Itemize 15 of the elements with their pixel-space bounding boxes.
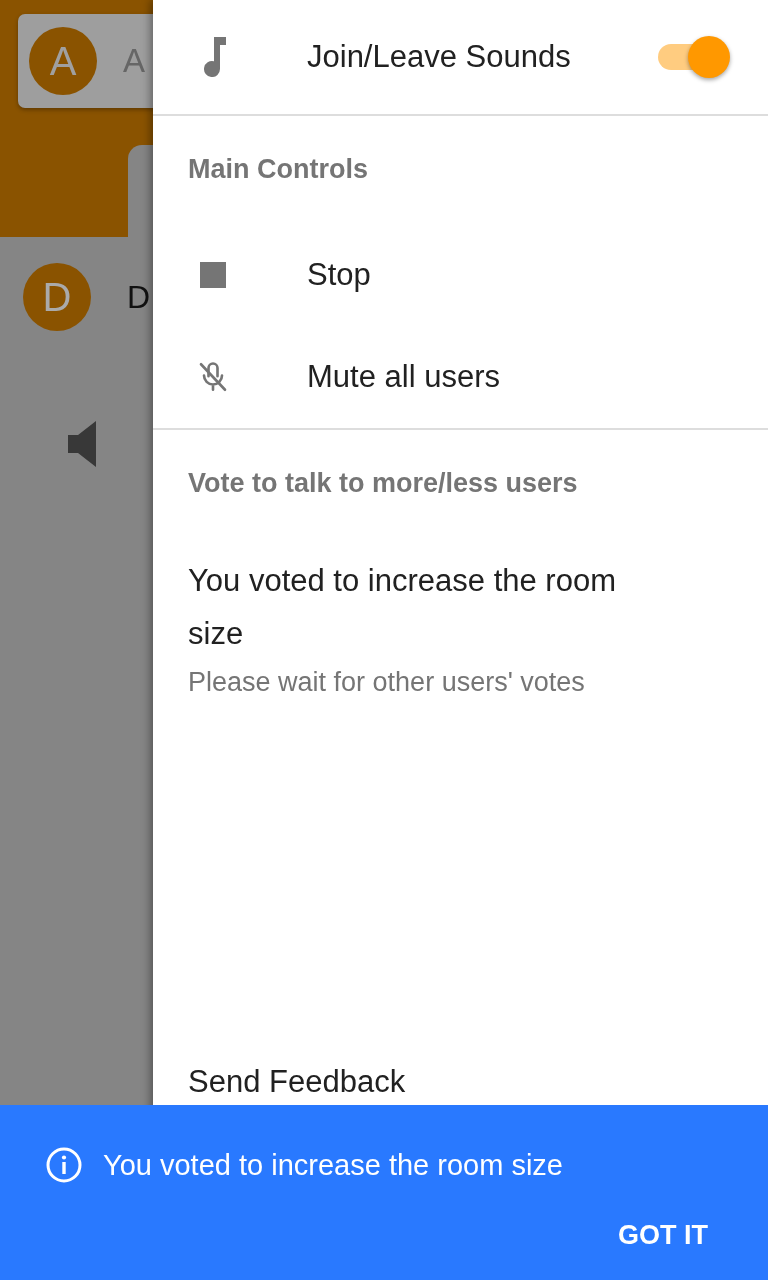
status-subtitle: Please wait for other users' votes: [188, 666, 586, 699]
user-name: A: [123, 42, 145, 80]
menu-item[interactable]: Mute all users: [153, 326, 768, 428]
menu-item[interactable]: Stop: [153, 224, 768, 326]
user-avatar: A: [29, 27, 97, 95]
feedback-link[interactable]: Send Feedback: [153, 1062, 406, 1102]
info-icon: [46, 1147, 82, 1183]
status-title: You voted to increase the room size: [188, 562, 617, 653]
user-name: D: [127, 278, 151, 316]
sound-setting-row[interactable]: Join/Leave Sounds: [153, 0, 768, 116]
section-heading: Main Controls: [188, 153, 368, 186]
user-avatar: D: [23, 263, 91, 331]
section-heading: Vote to talk to more/less users: [188, 467, 578, 500]
snackbar-message: You voted to increase the room size: [103, 1148, 563, 1182]
speaker-icon: [68, 421, 96, 467]
